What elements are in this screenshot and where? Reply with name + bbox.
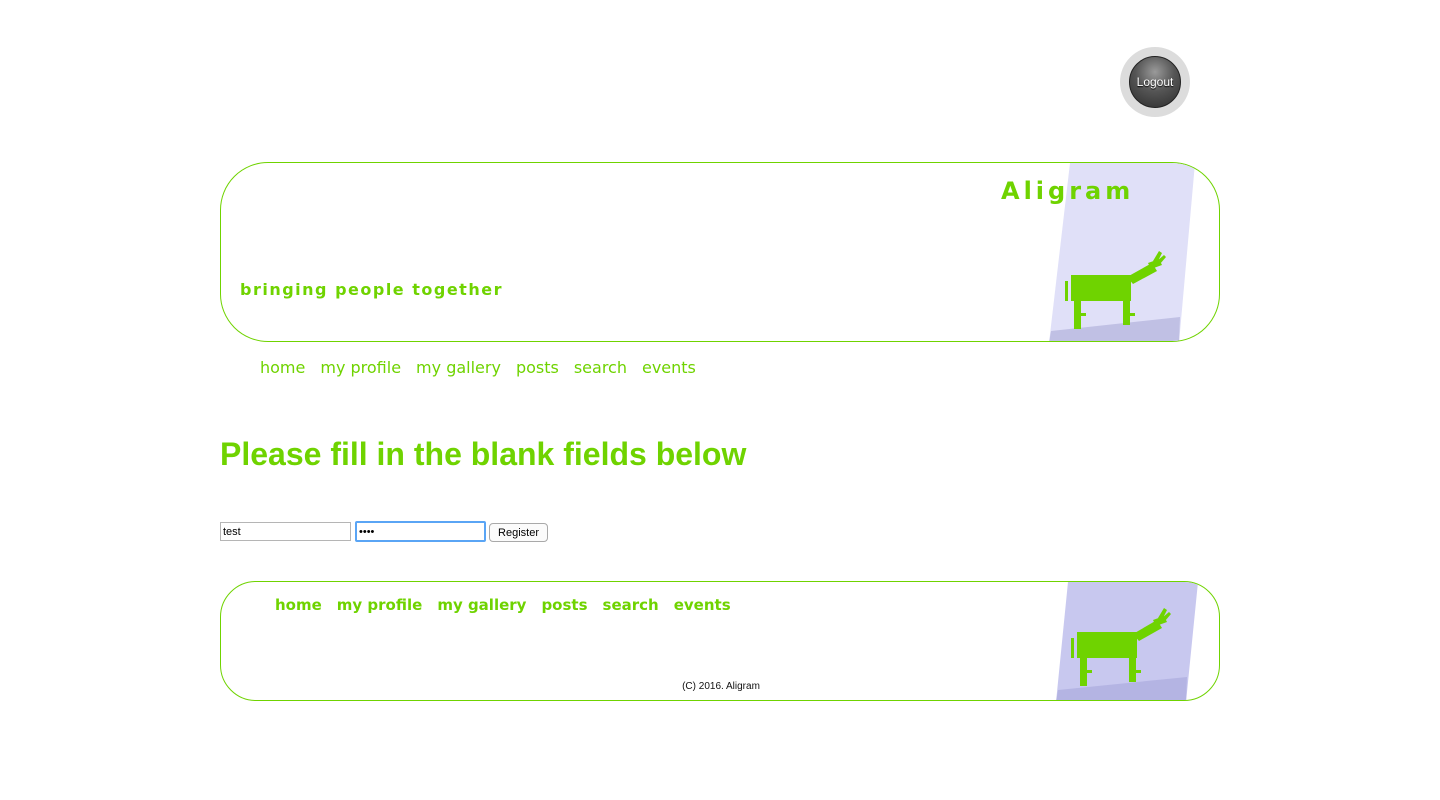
nav-search[interactable]: search [574, 358, 627, 377]
main-nav: home my profile my gallery posts search … [260, 358, 696, 377]
footer-nav-events[interactable]: events [674, 596, 731, 614]
password-field[interactable] [355, 521, 486, 542]
site-header: Aligram bringing people together [220, 162, 1220, 342]
footer-nav-my-profile[interactable]: my profile [337, 596, 423, 614]
nav-my-profile[interactable]: my profile [320, 358, 401, 377]
footer-nav-home[interactable]: home [275, 596, 322, 614]
page-heading: Please fill in the blank fields below [220, 436, 747, 472]
nav-home[interactable]: home [260, 358, 305, 377]
site-brand: Aligram [1001, 177, 1135, 205]
nav-events[interactable]: events [642, 358, 696, 377]
footer-nav-my-gallery[interactable]: my gallery [437, 596, 526, 614]
logout-button[interactable]: Logout [1120, 47, 1190, 117]
nav-my-gallery[interactable]: my gallery [416, 358, 501, 377]
footer-nav-posts[interactable]: posts [541, 596, 587, 614]
site-footer: home my profile my gallery posts search … [220, 581, 1220, 701]
footer-nav-search[interactable]: search [603, 596, 659, 614]
logout-label[interactable]: Logout [1129, 56, 1181, 108]
copyright-text: (C) 2016. Aligram [682, 681, 760, 692]
footer-nav: home my profile my gallery posts search … [275, 596, 731, 614]
site-tagline: bringing people together [240, 280, 503, 299]
register-button[interactable]: Register [489, 523, 548, 542]
nav-posts[interactable]: posts [516, 358, 559, 377]
username-field[interactable] [220, 522, 351, 541]
